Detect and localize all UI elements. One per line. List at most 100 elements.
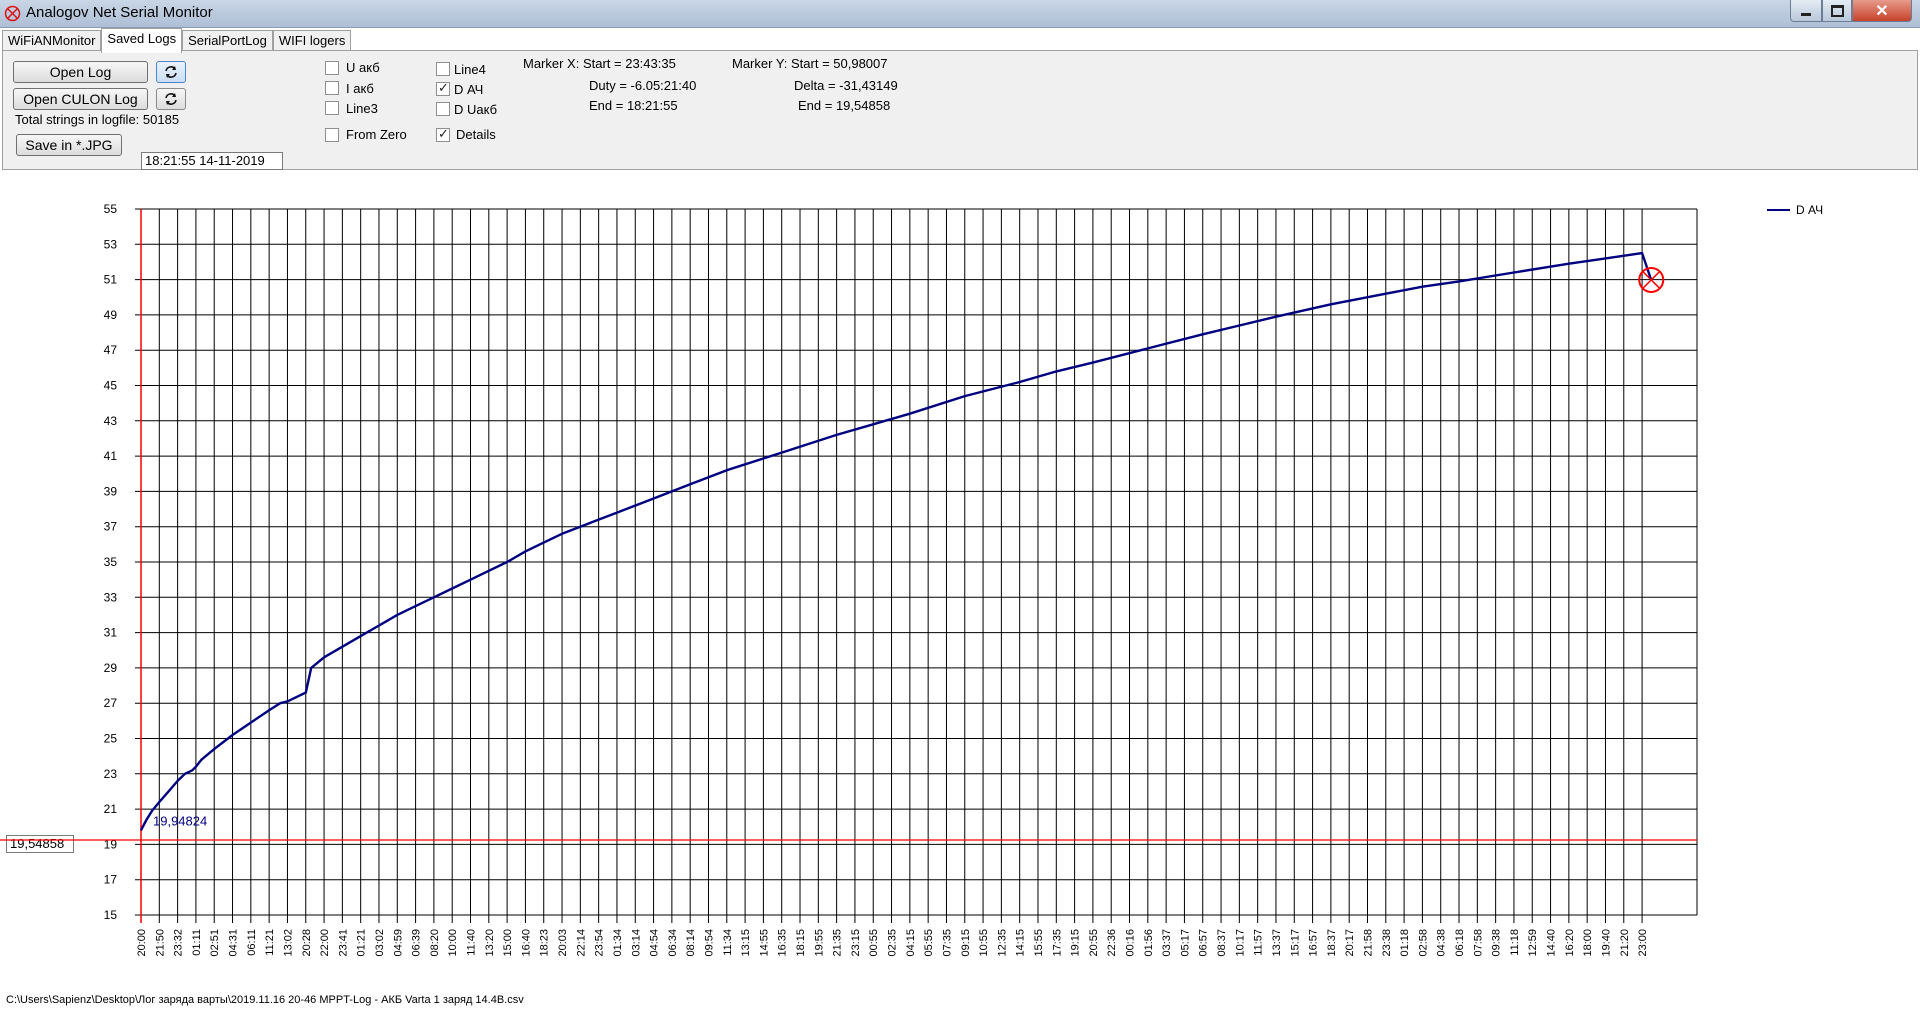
datetime-field[interactable]: 18:21:55 14-11-2019 bbox=[141, 152, 283, 170]
checkbox-d-ach[interactable] bbox=[436, 80, 450, 96]
open-log-button[interactable]: Open Log bbox=[13, 61, 148, 83]
x-tick-label: 01:34 bbox=[612, 929, 624, 957]
x-tick-label: 22:00 bbox=[319, 929, 331, 957]
x-tick-label: 10:00 bbox=[447, 929, 459, 957]
x-tick-label: 14:55 bbox=[758, 929, 770, 957]
app-icon bbox=[4, 5, 21, 22]
title-bar: Analogov Net Serial Monitor ✕ bbox=[0, 0, 1920, 28]
start-value-annotation: 19,94824 bbox=[153, 813, 207, 828]
x-tick-label: 07:58 bbox=[1472, 929, 1484, 957]
x-tick-label: 21:35 bbox=[832, 929, 844, 957]
x-tick-label: 08:20 bbox=[429, 929, 441, 957]
x-tick-label: 06:34 bbox=[667, 929, 679, 957]
x-tick-label: 16:20 bbox=[1564, 929, 1576, 957]
x-tick-label: 22:14 bbox=[575, 929, 587, 957]
x-tick-label: 00:16 bbox=[1125, 929, 1137, 957]
x-tick-label: 04:15 bbox=[905, 929, 917, 957]
checkbox-line4[interactable] bbox=[436, 62, 450, 76]
x-tick-label: 02:51 bbox=[209, 929, 221, 957]
x-tick-label: 18:00 bbox=[1582, 929, 1594, 957]
marker-x-end: End = 18:21:55 bbox=[589, 98, 678, 113]
close-icon: ✕ bbox=[1875, 2, 1889, 20]
x-tick-label: 13:37 bbox=[1271, 929, 1283, 957]
y-tick-label: 25 bbox=[104, 732, 118, 746]
tab-wifianmonitor[interactable]: WiFiANMonitor bbox=[2, 30, 102, 52]
tab-wifi-logers[interactable]: WIFI logers bbox=[272, 30, 352, 52]
open-culon-log-button[interactable]: Open CULON Log bbox=[13, 88, 148, 110]
x-tick-label: 00:55 bbox=[868, 929, 880, 957]
x-tick-label: 19:40 bbox=[1600, 929, 1612, 957]
x-tick-label: 03:02 bbox=[374, 929, 386, 957]
save-jpg-button[interactable]: Save in *.JPG bbox=[16, 134, 122, 156]
x-tick-label: 19:15 bbox=[1070, 929, 1082, 957]
y-tick-label: 17 bbox=[104, 873, 118, 887]
x-tick-label: 04:31 bbox=[228, 929, 240, 957]
checkbox-line3[interactable] bbox=[325, 101, 339, 115]
x-tick-label: 18:37 bbox=[1326, 929, 1338, 957]
maximize-icon bbox=[1830, 4, 1844, 17]
refresh-icon bbox=[165, 66, 177, 78]
x-tick-label: 19:55 bbox=[813, 929, 825, 957]
x-tick-label: 13:20 bbox=[484, 929, 496, 957]
checkbox-details[interactable] bbox=[436, 126, 450, 142]
checkbox-from-zero-label: From Zero bbox=[346, 127, 407, 142]
reload-culon-button[interactable] bbox=[156, 88, 186, 110]
close-button[interactable]: ✕ bbox=[1852, 0, 1912, 22]
checkbox-d-uakb[interactable] bbox=[436, 102, 450, 116]
x-tick-label: 13:15 bbox=[740, 929, 752, 957]
x-tick-label: 08:37 bbox=[1216, 929, 1228, 957]
checkbox-i-akb-label: I акб bbox=[346, 81, 374, 96]
x-tick-label: 06:11 bbox=[246, 929, 258, 956]
y-tick-label: 45 bbox=[104, 379, 118, 393]
x-tick-label: 15:55 bbox=[1033, 929, 1045, 957]
x-tick-label: 20:28 bbox=[301, 929, 313, 957]
x-tick-label: 13:02 bbox=[282, 929, 294, 957]
marker-y-start: Marker Y: Start = 50,98007 bbox=[732, 56, 888, 71]
minimize-icon bbox=[1801, 13, 1811, 16]
minimize-button[interactable] bbox=[1790, 0, 1822, 22]
y-tick-label: 49 bbox=[104, 308, 118, 322]
marker-y-end: End = 19,54858 bbox=[798, 98, 891, 113]
y-tick-label: 23 bbox=[104, 767, 118, 781]
y-tick-label: 35 bbox=[104, 555, 118, 569]
y-tick-label: 39 bbox=[104, 484, 118, 498]
chart[interactable]: 1517192123252729313335373941434547495153… bbox=[0, 170, 1920, 990]
x-tick-label: 15:00 bbox=[502, 929, 514, 957]
x-tick-label: 05:17 bbox=[1179, 929, 1191, 957]
y-tick-label: 43 bbox=[104, 414, 118, 428]
x-tick-label: 20:17 bbox=[1344, 929, 1356, 957]
x-tick-label: 17:35 bbox=[1051, 929, 1063, 957]
x-tick-label: 12:59 bbox=[1527, 929, 1539, 957]
x-tick-label: 11:18 bbox=[1509, 929, 1521, 956]
x-tick-label: 11:34 bbox=[722, 929, 734, 956]
x-tick-label: 02:58 bbox=[1417, 929, 1429, 957]
x-tick-label: 01:18 bbox=[1399, 929, 1411, 957]
x-tick-label: 01:56 bbox=[1143, 929, 1155, 957]
checkbox-u-akb-label: U акб bbox=[346, 60, 380, 75]
controls-panel bbox=[2, 50, 1918, 170]
tab-serialportlog[interactable]: SerialPortLog bbox=[182, 30, 273, 52]
checkbox-i-akb[interactable] bbox=[325, 81, 339, 95]
x-tick-label: 21:20 bbox=[1619, 929, 1631, 957]
x-tick-label: 23:54 bbox=[594, 929, 606, 957]
x-tick-label: 23:41 bbox=[337, 929, 349, 957]
x-tick-label: 05:55 bbox=[923, 929, 935, 957]
x-tick-label: 12:35 bbox=[996, 929, 1008, 957]
x-tick-label: 06:18 bbox=[1454, 929, 1466, 957]
x-tick-label: 10:17 bbox=[1234, 929, 1246, 957]
checkbox-u-akb[interactable] bbox=[325, 61, 339, 75]
x-tick-label: 23:38 bbox=[1381, 929, 1393, 957]
tab-saved-logs[interactable]: Saved Logs bbox=[101, 28, 183, 53]
x-tick-label: 06:39 bbox=[411, 929, 423, 957]
y-tick-label: 37 bbox=[104, 520, 118, 534]
reload-log-button[interactable] bbox=[156, 61, 186, 83]
x-tick-label: 23:32 bbox=[173, 929, 185, 957]
checkbox-from-zero[interactable] bbox=[325, 128, 339, 142]
x-tick-label: 11:21 bbox=[264, 929, 276, 956]
x-tick-label: 06:57 bbox=[1198, 929, 1210, 957]
x-tick-label: 18:23 bbox=[539, 929, 551, 957]
marker-x-duty: Duty = -6.05:21:40 bbox=[589, 78, 697, 93]
maximize-button[interactable] bbox=[1822, 0, 1852, 22]
y-tick-label: 31 bbox=[104, 626, 118, 640]
y-tick-label: 47 bbox=[104, 343, 118, 357]
